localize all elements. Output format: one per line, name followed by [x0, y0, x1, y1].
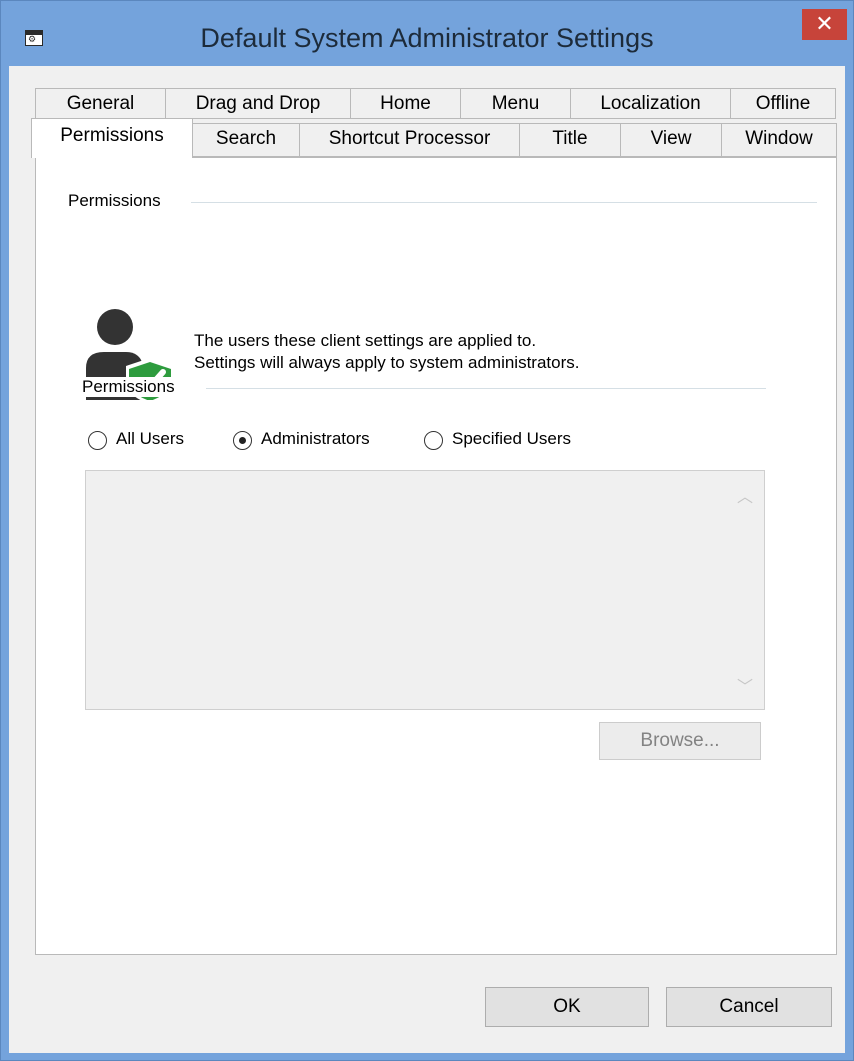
scroll-up-arrow-icon[interactable]: ︿ [726, 483, 764, 507]
tab-label: Offline [755, 93, 811, 114]
ok-button[interactable]: OK [485, 987, 649, 1027]
tab-title[interactable]: Title [519, 123, 621, 157]
tab-shortcut-processor[interactable]: Shortcut Processor [299, 123, 520, 157]
description-line-1: The users these client settings are appl… [194, 331, 537, 350]
tab-label: Title [552, 128, 588, 149]
tab-label: Menu [491, 93, 540, 114]
radio-label: Administrators [261, 429, 370, 448]
tab-label: Home [380, 93, 431, 114]
radio-label: All Users [116, 429, 185, 448]
tab-offline[interactable]: Offline [730, 88, 836, 119]
tab-menu[interactable]: Menu [460, 88, 571, 119]
scroll-down-arrow-icon[interactable]: ﹀ [726, 673, 764, 697]
radio-circle [233, 431, 252, 450]
tab-view[interactable]: View [620, 123, 722, 157]
listbox-scrollbar[interactable]: ︿ ﹀ [726, 471, 764, 709]
tab-label: General [66, 93, 135, 114]
radio-selected-dot [239, 437, 246, 444]
radio-circle [88, 431, 107, 450]
tab-home[interactable]: Home [350, 88, 461, 119]
scope-group-divider [206, 388, 766, 389]
tab-search[interactable]: Search [192, 123, 300, 157]
tab-general[interactable]: General [35, 88, 166, 119]
tab-drag-and-drop[interactable]: Drag and Drop [165, 88, 351, 119]
tab-label: Shortcut Processor [328, 128, 491, 149]
tab-label: Window [745, 128, 813, 149]
tab-localization[interactable]: Localization [570, 88, 731, 119]
tab-label: View [650, 128, 692, 149]
dialog-window: ⚙ Default System Administrator Settings … [0, 0, 854, 1061]
dialog-client-area: General Drag and Drop Home Menu Localiza… [9, 66, 845, 1053]
radio-label: Specified Users [452, 429, 572, 448]
window-title: Default System Administrator Settings [200, 23, 654, 53]
radio-circle [424, 431, 443, 450]
close-button[interactable]: ✕ [802, 9, 847, 40]
group-divider [191, 202, 817, 203]
tab-window[interactable]: Window [721, 123, 837, 157]
tab-label: Localization [600, 93, 701, 114]
permissions-description: The users these client settings are appl… [194, 330, 579, 374]
permissions-group-label: Permissions [68, 191, 161, 211]
scope-group-label: Permissions [82, 377, 175, 397]
description-line-2: Settings will always apply to system adm… [194, 353, 580, 372]
tab-label: Permissions [60, 125, 164, 146]
tab-label: Search [215, 128, 277, 149]
cancel-button[interactable]: Cancel [666, 987, 832, 1027]
specified-users-listbox[interactable]: ︿ ﹀ [85, 470, 765, 710]
tab-permissions[interactable]: Permissions [31, 118, 193, 158]
tab-label: Drag and Drop [195, 93, 321, 114]
browse-button[interactable]: Browse... [599, 722, 761, 760]
